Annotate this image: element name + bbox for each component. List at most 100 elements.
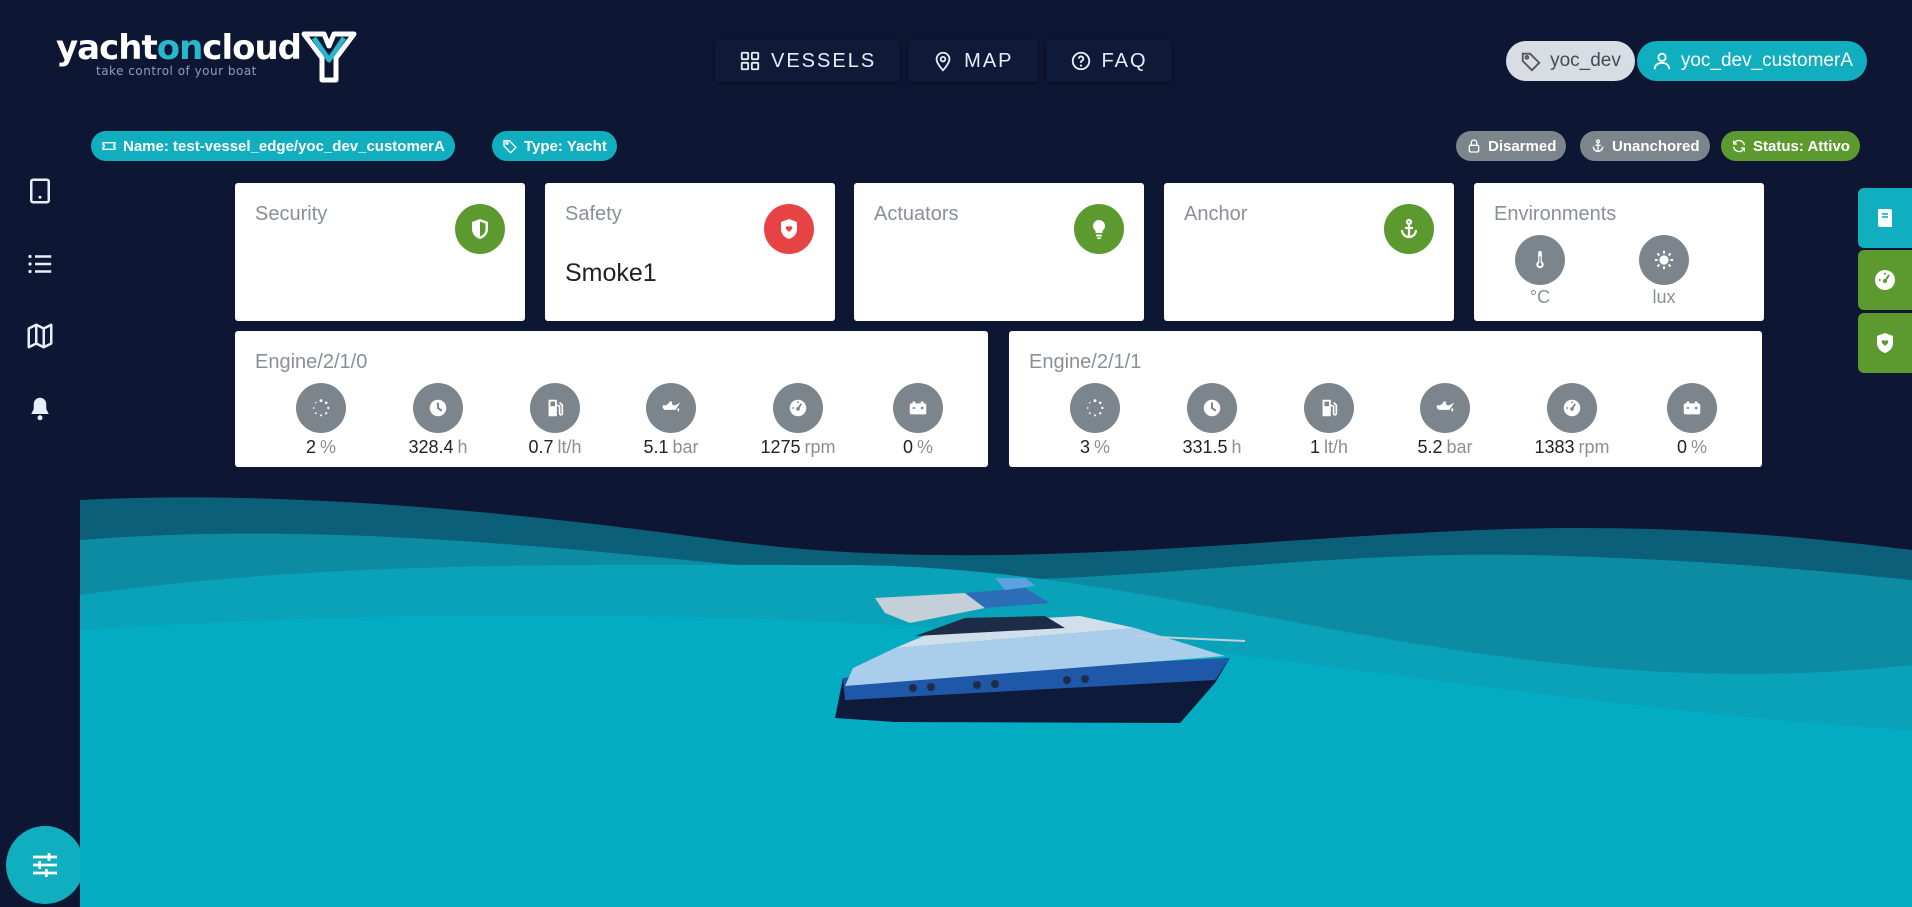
safety-status-indicator — [764, 204, 814, 254]
temperature-metric: °C — [1485, 235, 1595, 308]
engine-1-load-unit: % — [1094, 437, 1111, 457]
bell-icon — [31, 397, 49, 421]
tenant-label: yoc_dev — [1550, 50, 1621, 71]
engine-0-battery-value: 0% — [863, 437, 973, 458]
tenant-chip[interactable]: yoc_dev — [1506, 41, 1635, 81]
load-spinner-icon — [1086, 399, 1104, 417]
light-unit: lux — [1652, 287, 1676, 307]
speedometer-icon — [789, 399, 807, 417]
engine-1-hours-metric: 331.5 h — [1157, 383, 1267, 458]
sidebar-item-device[interactable] — [25, 176, 55, 206]
security-card[interactable]: Security — [235, 183, 525, 321]
engine-0-fuel-unit: lt/h — [557, 437, 582, 457]
vessel-type-text: Type: Yacht — [524, 137, 607, 155]
engine-0-fuel-metric: 0.7 lt/h — [500, 383, 610, 458]
shield-icon — [472, 219, 488, 239]
book-icon — [1878, 209, 1892, 227]
oil-pressure-indicator — [646, 383, 696, 433]
engine-1-load-metric: 3% — [1040, 383, 1150, 458]
engine-0-hours-metric: 328.4 h — [383, 383, 493, 458]
fuel-icon — [548, 399, 564, 417]
nav-vessels-label: VESSELS — [771, 49, 877, 72]
engine-0-rpm-unit: rpm — [804, 437, 836, 457]
engine-1-battery-metric: 0% — [1637, 383, 1747, 458]
lock-icon — [1468, 139, 1480, 153]
brand-word-c: cloud — [202, 28, 302, 68]
engine-1-battery-unit: % — [1691, 437, 1708, 457]
settings-fab[interactable] — [6, 826, 84, 904]
environments-card[interactable]: Environments °C lux — [1474, 183, 1764, 321]
engine-0-load-metric: 2% — [266, 383, 376, 458]
thermometer-icon — [1536, 250, 1544, 269]
right-tab-security[interactable] — [1858, 313, 1912, 373]
brand-word-a: yacht — [56, 28, 158, 68]
right-tab-engines[interactable] — [1858, 250, 1912, 310]
environments-card-title: Environments — [1494, 203, 1617, 225]
nav-vessels[interactable]: VESSELS — [715, 40, 901, 82]
engine-card-0[interactable]: Engine/2/1/0 2% 328.4 h 0.7 lt/h 5.1 bar 12… — [235, 331, 988, 467]
fuel-icon — [1322, 399, 1338, 417]
tablet-icon — [30, 178, 50, 204]
safety-card[interactable]: Safety Smoke1 — [545, 183, 835, 321]
hours-indicator — [413, 383, 463, 433]
anchor-card-title: Anchor — [1184, 203, 1248, 225]
temperature-unit: °C — [1529, 287, 1551, 307]
engine-1-oil-metric: 5.2 bar — [1390, 383, 1500, 458]
engine-0-battery-unit: % — [917, 437, 934, 457]
engine-card-1[interactable]: Engine/2/1/1 3% 331.5 h 1 lt/h 5.2 bar 1383… — [1009, 331, 1762, 467]
engine-1-oil-value: 5.2 bar — [1390, 437, 1500, 458]
engine-1-oil-unit: bar — [1446, 437, 1473, 457]
engine-0-hours-value: 328.4 h — [383, 437, 493, 458]
shield-heart-icon — [1877, 333, 1893, 353]
nav-map-label: MAP — [964, 49, 1014, 72]
engine-1-rpm-unit: rpm — [1578, 437, 1610, 457]
actuators-status-indicator — [1074, 204, 1124, 254]
fuel-indicator — [530, 383, 580, 433]
account-chip[interactable]: yoc_dev_customerA — [1636, 41, 1867, 81]
anchor-icon — [1592, 139, 1604, 152]
speedometer-icon — [1563, 399, 1581, 417]
engine-1-rpm-metric: 1383 rpm — [1517, 383, 1627, 458]
engine-1-rpm-value: 1383 rpm — [1517, 437, 1627, 458]
oil-can-icon — [1436, 401, 1455, 412]
battery-icon — [909, 401, 927, 415]
engine-1-hours-value: 331.5 h — [1157, 437, 1267, 458]
anchor-status-indicator — [1384, 204, 1434, 254]
engine-0-load-unit: % — [320, 437, 337, 457]
nav-faq[interactable]: FAQ — [1045, 40, 1172, 82]
brand-logo[interactable]: yachtoncloud take control of your boat — [56, 28, 302, 88]
sidebar-item-map[interactable] — [25, 321, 55, 351]
engine-0-rpm-metric: 1275 rpm — [743, 383, 853, 458]
engine-1-fuel-number: 1 — [1309, 437, 1320, 457]
engine-1-fuel-value: 1 lt/h — [1274, 437, 1384, 458]
grid-icon — [740, 51, 760, 71]
engine-1-oil-number: 5.2 — [1417, 437, 1443, 457]
right-tab-logbook[interactable] — [1858, 188, 1912, 248]
nav-map[interactable]: MAP — [908, 40, 1038, 82]
light-indicator — [1639, 235, 1689, 285]
user-icon — [1653, 52, 1671, 70]
engine-1-hours-number: 331.5 — [1182, 437, 1228, 457]
load-indicator — [1070, 383, 1120, 433]
main-nav: VESSELS MAP FAQ — [715, 40, 1172, 82]
light-metric: lux — [1609, 235, 1719, 308]
sidebar-item-list[interactable] — [25, 249, 55, 279]
anchor-card[interactable]: Anchor — [1164, 183, 1454, 321]
engine-0-title: Engine/2/1/0 — [255, 351, 368, 373]
oil-can-icon — [662, 401, 681, 412]
sidebar-item-alerts[interactable] — [25, 394, 55, 424]
clock-icon — [1203, 399, 1221, 417]
safety-card-value: Smoke1 — [565, 259, 657, 287]
hours-indicator — [1187, 383, 1237, 433]
actuators-card[interactable]: Actuators — [854, 183, 1144, 321]
engine-0-fuel-number: 0.7 — [528, 437, 554, 457]
armed-status-badge: Disarmed — [1456, 131, 1567, 161]
shield-heart-icon — [781, 219, 797, 239]
brand-logo-icon — [301, 31, 357, 83]
anchor-icon — [1400, 218, 1418, 239]
brand-wordmark: yachtoncloud — [56, 28, 302, 68]
map-icon — [27, 323, 53, 349]
vessel-status-text: Status: Attivo — [1753, 137, 1850, 155]
rpm-indicator — [1547, 383, 1597, 433]
vessel-status-badge: Status: Attivo — [1721, 131, 1860, 161]
